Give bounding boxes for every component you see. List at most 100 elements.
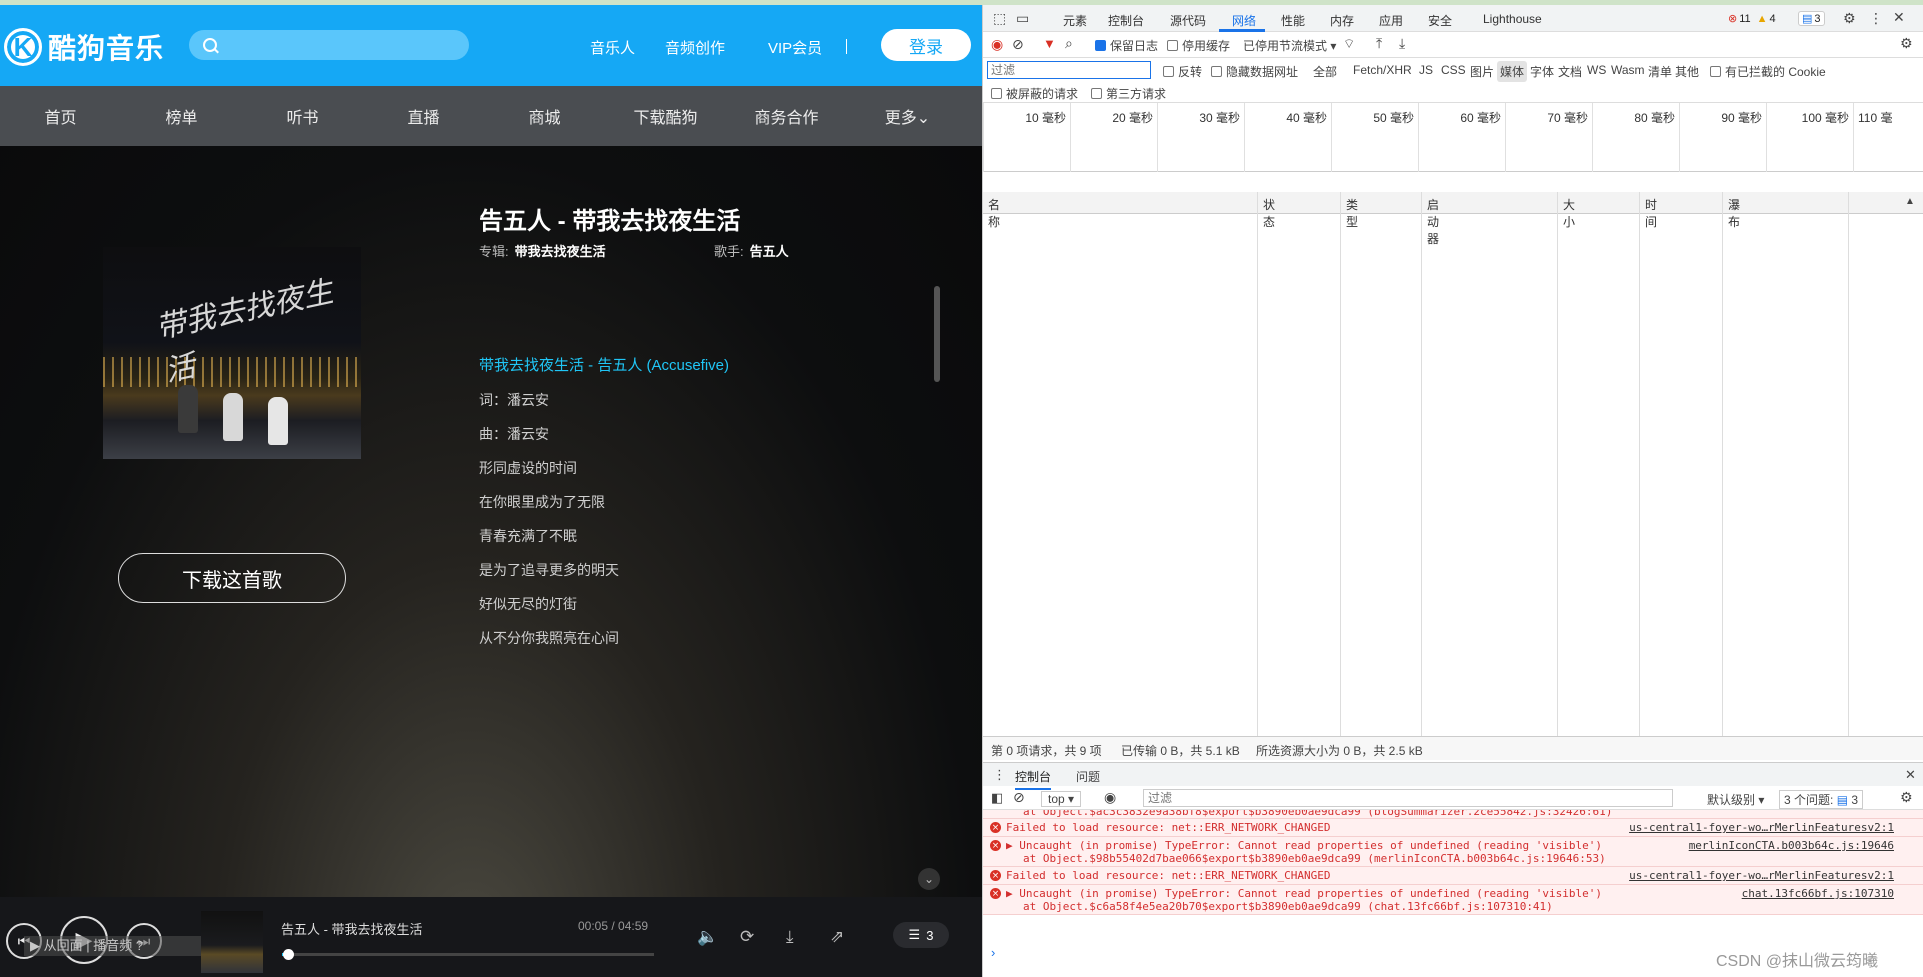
source-link[interactable]: us-central1-foyer-wo…rMerlinFeaturesv2:1 xyxy=(1629,821,1894,834)
disable-cache-checkbox[interactable]: 停用缓存 xyxy=(1167,37,1230,54)
source-link[interactable]: us-central1-foyer-wo…rMerlinFeaturesv2:1 xyxy=(1629,869,1894,882)
network-filter-input[interactable] xyxy=(987,61,1151,79)
stack-line[interactable]: at Object.$98b55402d7bae066$export$b3890… xyxy=(1023,852,1606,865)
invert-checkbox[interactable]: 反转 xyxy=(1163,63,1202,80)
download-icon[interactable]: ⤓ xyxy=(786,927,794,947)
error-warning-badge[interactable]: ⊗ 11 ▲ 4 xyxy=(1725,11,1779,26)
checkbox[interactable] xyxy=(1167,40,1178,51)
filter-other[interactable]: 其他 xyxy=(1675,63,1699,80)
sidebar-toggle-icon[interactable]: ◧ xyxy=(991,790,1003,806)
issues-button[interactable]: 3 个问题: ▤ 3 xyxy=(1779,790,1864,809)
checkbox[interactable] xyxy=(1710,66,1721,77)
share-icon[interactable]: ⇗ xyxy=(830,927,844,947)
console-message[interactable]: × ▶ Uncaught (in promise) TypeError: Can… xyxy=(983,885,1923,915)
tab-security[interactable]: 安全 xyxy=(1428,12,1452,29)
checkbox[interactable] xyxy=(991,88,1002,99)
console-filter-input[interactable] xyxy=(1143,789,1673,807)
chevron-down-icon[interactable]: ⌄ xyxy=(918,868,940,890)
col-size[interactable]: 大小 xyxy=(1557,192,1575,741)
filter-manifest[interactable]: 清单 xyxy=(1648,63,1672,80)
nav-link-vip[interactable]: VIP会员 xyxy=(768,37,822,58)
nav-live[interactable]: 直播 xyxy=(363,104,484,128)
checkbox[interactable] xyxy=(1163,66,1174,77)
message-badge[interactable]: ▤ 3 xyxy=(1798,11,1825,26)
error-message[interactable]: ▶ Uncaught (in promise) TypeError: Canno… xyxy=(1006,887,1602,900)
export-har-icon[interactable]: ⤓ xyxy=(1399,35,1405,52)
filter-js[interactable]: JS xyxy=(1419,63,1433,77)
context-select[interactable]: top ▾ xyxy=(1041,791,1082,807)
tab-performance[interactable]: 性能 xyxy=(1281,12,1305,29)
filter-ws[interactable]: WS xyxy=(1587,63,1606,77)
tab-lighthouse[interactable]: Lighthouse xyxy=(1483,12,1542,26)
tab-elements[interactable]: 元素 xyxy=(1063,12,1087,29)
progress-knob[interactable] xyxy=(283,949,295,960)
throttle-select[interactable]: 已停用节流模式 ▾ xyxy=(1243,37,1336,54)
more-options-icon[interactable]: ⋮ xyxy=(1869,10,1883,27)
console-message[interactable]: at Object.$ac3c3832e9a38bf8$export$b3890… xyxy=(983,810,1923,819)
error-message[interactable]: ▶ Uncaught (in promise) TypeError: Canno… xyxy=(1006,839,1602,852)
tab-network[interactable]: 网络 xyxy=(1232,12,1256,29)
checkbox[interactable] xyxy=(1211,66,1222,77)
network-conditions-icon[interactable]: ⌔ xyxy=(1343,36,1355,52)
download-song-button[interactable]: 下载这首歌 xyxy=(118,553,346,603)
console-settings-gear-icon[interactable]: ⚙ xyxy=(1900,789,1913,806)
tab-console[interactable]: 控制台 xyxy=(1108,12,1144,29)
playlist-button[interactable]: ☰ 3 xyxy=(893,922,949,948)
network-overview-timeline[interactable]: 10 毫秒 20 毫秒 30 毫秒 40 毫秒 50 毫秒 60 毫秒 70 毫… xyxy=(983,103,1923,172)
stack-line[interactable]: at Object.$ac3c3832e9a38bf8$export$b3890… xyxy=(1023,810,1612,818)
nav-link-musician[interactable]: 音乐人 xyxy=(590,37,635,58)
close-devtools-icon[interactable]: ✕ xyxy=(1893,9,1905,26)
progress-bar[interactable] xyxy=(282,949,654,960)
blocked-requests-checkbox[interactable]: 被屏蔽的请求 xyxy=(991,85,1078,102)
filter-wasm[interactable]: Wasm xyxy=(1611,63,1645,77)
clear-icon[interactable]: ⊘ xyxy=(1012,36,1024,53)
stack-line[interactable]: at Object.$c6a58f4e5ea20b70$export$b3890… xyxy=(1023,900,1553,913)
col-initiator[interactable]: 启动器 xyxy=(1421,192,1439,741)
col-status[interactable]: 状态 xyxy=(1257,192,1275,741)
inspect-element-icon[interactable]: ⬚ xyxy=(993,10,1006,27)
lyrics-scrollbar[interactable] xyxy=(934,286,940,382)
sort-asc-icon[interactable]: ▲ xyxy=(1905,196,1915,207)
tab-memory[interactable]: 内存 xyxy=(1330,12,1354,29)
col-time[interactable]: 时间 xyxy=(1639,192,1657,741)
nav-charts[interactable]: 榜单 xyxy=(121,104,242,128)
col-waterfall[interactable]: 瀑布 xyxy=(1722,192,1740,741)
filter-img[interactable]: 图片 xyxy=(1470,63,1494,80)
drawer-menu-icon[interactable]: ⋮ xyxy=(993,767,1006,783)
site-search-input[interactable] xyxy=(189,30,469,60)
filter-all[interactable]: 全部 xyxy=(1313,63,1337,80)
repeat-icon[interactable]: ⟳ xyxy=(740,927,754,947)
nav-home[interactable]: 首页 xyxy=(0,104,121,128)
console-message[interactable]: × Failed to load resource: net::ERR_NETW… xyxy=(983,867,1923,885)
checkbox[interactable] xyxy=(1091,88,1102,99)
console-message[interactable]: × Failed to load resource: net::ERR_NETW… xyxy=(983,819,1923,837)
volume-icon[interactable]: 🔈 xyxy=(697,927,718,947)
blocked-cookies-checkbox[interactable]: 有已拦截的 Cookie xyxy=(1710,63,1826,80)
filter-media[interactable]: 媒体 xyxy=(1497,61,1528,82)
filter-font[interactable]: 字体 xyxy=(1530,63,1554,80)
tab-sources[interactable]: 源代码 xyxy=(1170,12,1206,29)
singer-link[interactable]: 告五人 xyxy=(750,244,789,259)
player-cover[interactable] xyxy=(201,911,263,973)
source-link[interactable]: chat.13fc66bf.js:107310 xyxy=(1742,887,1894,900)
device-toolbar-icon[interactable]: ▭ xyxy=(1016,10,1029,27)
nav-link-audio-creation[interactable]: 音频创作 xyxy=(665,37,725,58)
preserve-log-checkbox[interactable]: 保留日志 xyxy=(1095,37,1158,54)
log-level-select[interactable]: 默认级别 ▾ xyxy=(1707,791,1764,808)
filter-icon[interactable]: ▼ xyxy=(1043,36,1056,51)
site-logo[interactable]: K 酷狗音乐 xyxy=(4,27,164,67)
clear-console-icon[interactable]: ⊘ xyxy=(1013,789,1025,806)
network-settings-gear-icon[interactable]: ⚙ xyxy=(1900,35,1913,52)
filter-css[interactable]: CSS xyxy=(1441,63,1466,77)
settings-gear-icon[interactable]: ⚙ xyxy=(1843,10,1856,27)
album-link[interactable]: 带我去找夜生活 xyxy=(515,244,606,259)
filter-fetch-xhr[interactable]: Fetch/XHR xyxy=(1353,63,1412,77)
tab-application[interactable]: 应用 xyxy=(1379,12,1403,29)
nav-audiobooks[interactable]: 听书 xyxy=(242,104,363,128)
console-message[interactable]: × ▶ Uncaught (in promise) TypeError: Can… xyxy=(983,837,1923,867)
drawer-tab-issues[interactable]: 问题 xyxy=(1076,768,1100,785)
checkbox-checked[interactable] xyxy=(1095,40,1106,51)
console-prompt[interactable]: › xyxy=(991,945,995,960)
import-har-icon[interactable]: ⤒ xyxy=(1376,35,1382,52)
record-icon[interactable]: ◉ xyxy=(991,36,1003,53)
